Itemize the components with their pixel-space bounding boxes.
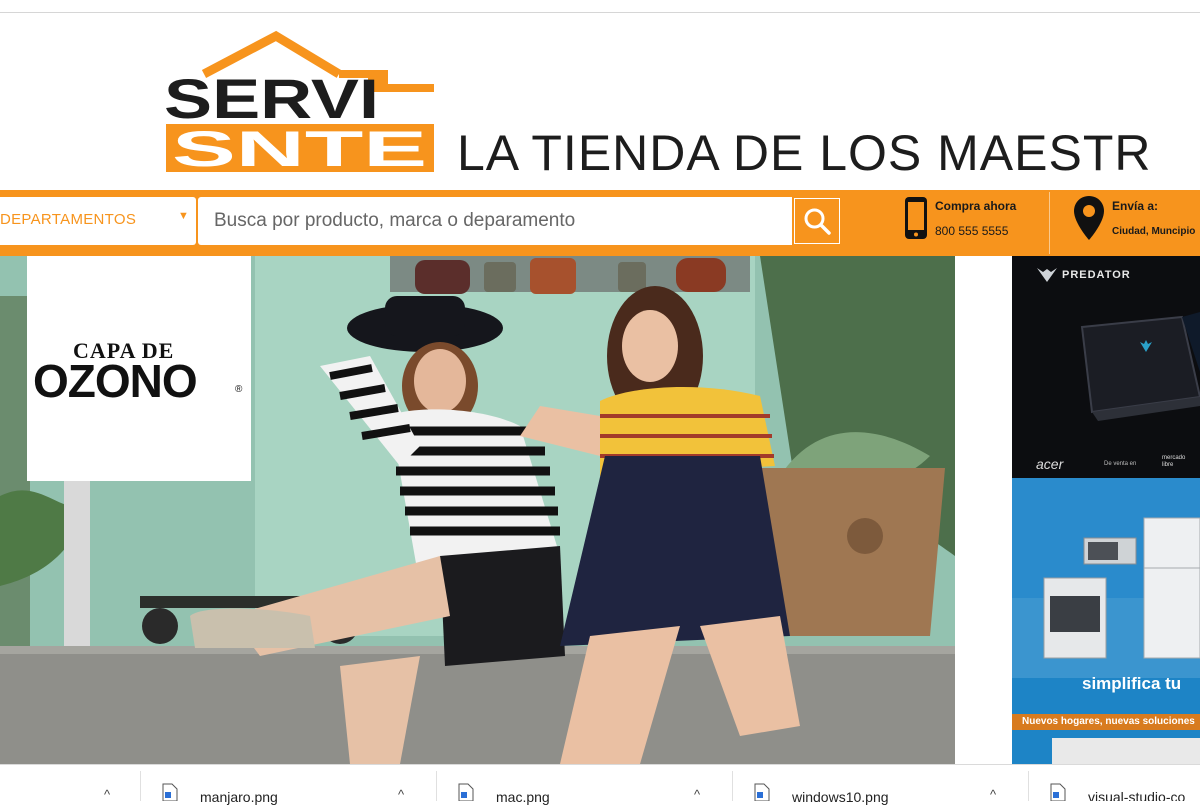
ad2-tag-bar: Nuevos hogares, nuevas soluciones bbox=[1012, 714, 1200, 730]
top-divider bbox=[0, 12, 1200, 13]
predator-ad[interactable]: PREDATOR acer De venta en mercado libre bbox=[1012, 256, 1200, 478]
search-button[interactable] bbox=[794, 198, 840, 244]
phone-icon bbox=[905, 197, 927, 239]
predator-brand: PREDATOR bbox=[1062, 269, 1131, 281]
search-input[interactable] bbox=[198, 197, 792, 245]
buy-now-phone: 800 555 5555 bbox=[935, 224, 1009, 238]
servisnte-logo[interactable]: SERVI SNTE bbox=[164, 30, 439, 175]
downloads-bar: ^ manjaro.png ^ mac.png ^ windows10.png … bbox=[0, 764, 1200, 805]
ad2-tag: Nuevos hogares, nuevas soluciones bbox=[1022, 716, 1195, 727]
buy-now-label: Compra ahora bbox=[935, 199, 1017, 213]
file-icon bbox=[162, 783, 178, 801]
appliances-image bbox=[1012, 478, 1200, 678]
store-tagline: LA TIENDA DE LOS MAESTR bbox=[457, 125, 1152, 181]
laptop-image bbox=[1080, 312, 1200, 421]
predator-icon bbox=[1037, 268, 1057, 282]
ad2-stove-image bbox=[1052, 738, 1200, 764]
file-icon bbox=[754, 783, 770, 801]
ad2-headline: simplifica tu bbox=[1082, 674, 1182, 693]
chevron-down-icon: ▼ bbox=[178, 210, 189, 222]
ship-to-label: Envía a: bbox=[1112, 199, 1159, 213]
download-item[interactable]: windows10.png ^ bbox=[732, 765, 1028, 805]
download-filename: windows10.png bbox=[792, 789, 889, 805]
download-filename: mac.png bbox=[496, 789, 550, 805]
hero-banner[interactable]: CAPA DE OZONO ® bbox=[0, 256, 955, 764]
download-filename: manjaro.png bbox=[200, 789, 278, 805]
search-icon bbox=[804, 208, 831, 235]
file-icon bbox=[458, 783, 474, 801]
download-item[interactable]: manjaro.png ^ bbox=[140, 765, 436, 805]
acer-logo: acer bbox=[1036, 456, 1064, 472]
departments-label: DEPARTAMENTOS bbox=[0, 211, 137, 228]
download-item[interactable]: mac.png ^ bbox=[436, 765, 732, 805]
download-filename: visual-studio-co bbox=[1088, 789, 1186, 801]
appliances-ad[interactable]: simplifica tu Nuevos hogares, nuevas sol… bbox=[1012, 478, 1200, 764]
nav-divider bbox=[1049, 192, 1050, 254]
ship-to-selector[interactable]: Envía a: Ciudad, Muncipio bbox=[1068, 190, 1200, 256]
location-pin-icon bbox=[1074, 196, 1104, 240]
registered-mark: ® bbox=[235, 384, 243, 395]
brand-large-text: OZONO bbox=[33, 355, 198, 407]
logo-text-snte: SNTE bbox=[172, 121, 427, 175]
download-item[interactable]: visual-studio-co bbox=[1028, 765, 1200, 801]
ad1-small-text: De venta en bbox=[1104, 461, 1137, 467]
side-ads: PREDATOR acer De venta en mercado libre … bbox=[1012, 256, 1200, 764]
capa-de-ozono-logo: CAPA DE OZONO ® bbox=[27, 256, 251, 481]
departments-dropdown[interactable]: DEPARTAMENTOS ▼ bbox=[0, 197, 196, 245]
buy-now-info[interactable]: Compra ahora 800 555 5555 bbox=[900, 190, 1045, 256]
mercadolibre-logo: mercado libre bbox=[1162, 455, 1186, 468]
ship-to-value: Ciudad, Muncipio bbox=[1112, 226, 1196, 237]
file-icon bbox=[1050, 783, 1066, 801]
